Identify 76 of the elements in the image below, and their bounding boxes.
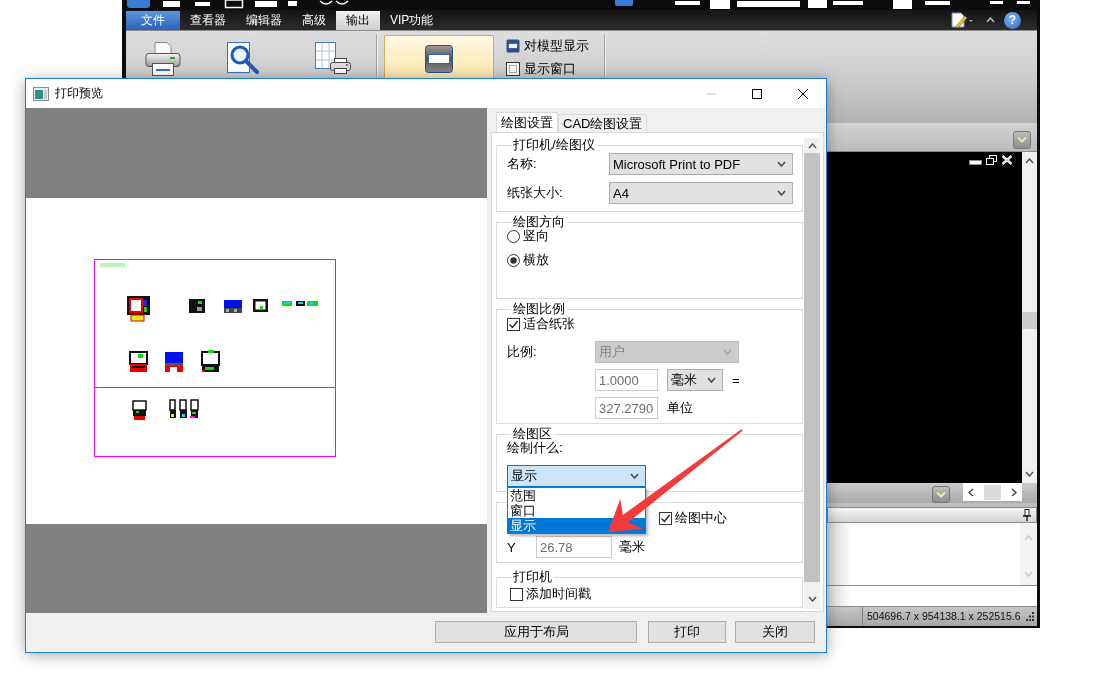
scroll-thumb[interactable] [1022, 312, 1037, 329]
chevron-down-icon [707, 377, 716, 383]
chevron-down-icon [936, 490, 946, 499]
scroll-thumb[interactable] [984, 484, 1001, 500]
page-magnifier-icon[interactable] [226, 42, 260, 74]
restore-icon[interactable] [986, 155, 997, 165]
dropdown[interactable]: 显示 [507, 465, 646, 487]
field-label: 名称: [507, 155, 537, 173]
command-input-field[interactable] [827, 586, 1037, 606]
dropdown-button[interactable] [1013, 131, 1031, 149]
app-menu-button[interactable]: 文件 [126, 11, 180, 30]
chevron-down-icon[interactable] [1025, 471, 1034, 477]
chevron-up-icon[interactable] [986, 17, 995, 23]
field-label: 纸张大小: [507, 184, 563, 202]
group-title: 绘图区 [512, 427, 553, 441]
dropdown-option[interactable]: 窗口 [508, 503, 538, 518]
chevron-down-icon[interactable] [807, 596, 817, 602]
window-frame-icon [506, 38, 520, 53]
dropdown-button[interactable] [932, 486, 950, 503]
tab[interactable]: CAD绘图设置 [558, 114, 648, 132]
chevron-down-icon [1024, 571, 1033, 577]
dropdown-option[interactable]: 范围 [508, 488, 538, 503]
menu-tab[interactable]: 编辑器 [236, 11, 292, 30]
close-icon [798, 88, 808, 99]
group-title: 绘图方向 [512, 215, 566, 229]
chevron-down-icon [1017, 136, 1027, 144]
ribbon-option[interactable]: 对模型显示 [506, 38, 592, 53]
group-title: 打印机/绘图仪 [512, 138, 596, 152]
chevron-down-icon [777, 190, 786, 196]
dropdown[interactable]: A4 [609, 182, 793, 204]
printer-icon[interactable] [145, 42, 181, 76]
checkbox-option[interactable]: 适合纸张 [507, 317, 575, 331]
radio-option[interactable]: 竖向 [507, 229, 549, 243]
grid-page-printer-icon[interactable] [315, 42, 351, 74]
window-title: 打印预览 [55, 85, 103, 102]
pin-icon[interactable] [1023, 509, 1031, 521]
scrollbar[interactable] [963, 483, 1022, 501]
dialog-button[interactable]: 打印 [648, 621, 726, 643]
chevron-up-icon[interactable] [1025, 158, 1034, 164]
radio-option[interactable]: 横放 [507, 253, 549, 267]
tab[interactable]: 绘图设置 [496, 112, 558, 132]
close-icon[interactable] [1001, 155, 1013, 165]
chevron-right-icon[interactable] [1011, 487, 1017, 497]
pencil-page-icon[interactable] [951, 12, 974, 28]
field-label: 比例: [507, 343, 537, 361]
unit-label: 毫米 [619, 538, 645, 556]
resize-grip-icon[interactable] [1026, 612, 1035, 621]
menu-tab[interactable]: 输出 [336, 11, 380, 30]
menu-tab[interactable]: 查看器 [180, 11, 236, 30]
dotted-square-icon [506, 61, 520, 76]
ribbon-option[interactable]: 显示窗口 [506, 61, 592, 76]
coordinates-readout: 504696.7 x 954138.1 x 252515.6 [862, 607, 1025, 626]
scrollbar[interactable] [1022, 152, 1037, 483]
minimize-icon[interactable] [969, 160, 982, 165]
window-icon [33, 86, 49, 101]
maximize-icon [752, 88, 762, 99]
chevron-down-icon [723, 349, 732, 355]
chevron-up-icon [1024, 535, 1033, 541]
field-label: 绘制什么: [507, 441, 563, 455]
chevron-down-icon [777, 161, 786, 167]
checkbox-option[interactable]: 绘图中心 [659, 511, 727, 525]
checkbox-option[interactable]: 添加时间戳 [510, 587, 591, 601]
group-title: 打印机 [512, 570, 553, 584]
dialog-button[interactable]: 应用于布局 [435, 621, 637, 643]
equals-sign: = [732, 372, 740, 388]
chevron-left-icon[interactable] [968, 487, 974, 497]
dialog-button[interactable]: 关闭 [735, 621, 815, 643]
chevron-down-icon [630, 473, 639, 479]
menu-tab[interactable]: VIP功能 [380, 11, 444, 30]
chevron-up-icon[interactable] [807, 142, 817, 149]
group-title: 绘图比例 [512, 302, 566, 316]
dropdown[interactable]: Microsoft Print to PDF [609, 153, 793, 175]
window-icon [425, 45, 453, 73]
menu-tab[interactable]: 高级 [292, 11, 336, 30]
field-label: Y [507, 539, 516, 555]
unit-label: 单位 [667, 399, 693, 417]
